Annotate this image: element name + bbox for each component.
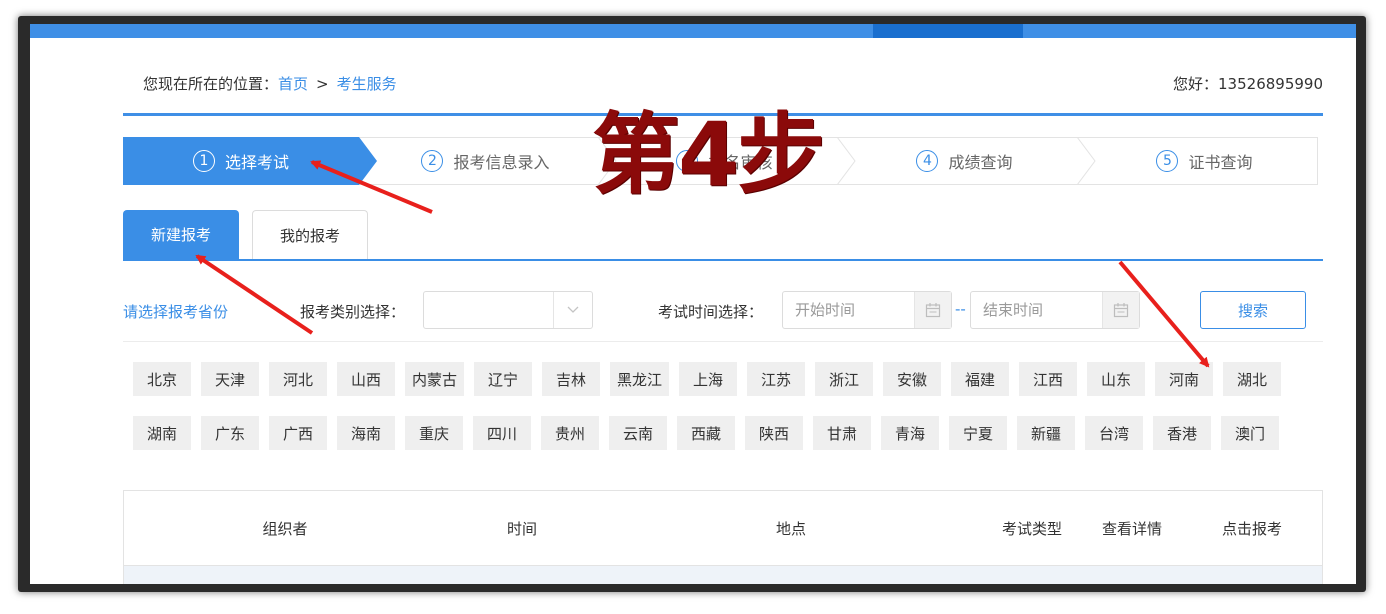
exam-type-select[interactable] [423, 291, 593, 329]
province-tag[interactable]: 四川 [473, 416, 531, 450]
province-list-row-1: 北京 天津 河北 山西 内蒙古 辽宁 吉林 黑龙江 上海 江苏 浙江 安徽 福建 江西 山东 河南 湖北 [133, 362, 1291, 396]
province-tag[interactable]: 澳门 [1221, 416, 1279, 450]
province-tag[interactable]: 湖北 [1223, 362, 1282, 396]
province-tag[interactable]: 云南 [609, 416, 667, 450]
province-tag[interactable]: 甘肃 [813, 416, 871, 450]
step-3[interactable]: 3 报名审核 [612, 137, 837, 185]
province-tag[interactable]: 湖南 [133, 416, 191, 450]
end-date-picker[interactable] [970, 291, 1140, 329]
province-tag[interactable]: 新疆 [1017, 416, 1075, 450]
step-1[interactable]: 1 选择考试 [123, 137, 359, 185]
step-1-number: 1 [192, 150, 215, 172]
calendar-icon[interactable] [1102, 292, 1139, 328]
column-header-register: 点击报考 [1221, 520, 1283, 538]
province-tag[interactable]: 广东 [201, 416, 259, 450]
province-tag[interactable]: 陕西 [745, 416, 803, 450]
column-header-time: 时间 [506, 520, 538, 538]
province-tag[interactable]: 福建 [951, 362, 1010, 396]
province-tag[interactable]: 台湾 [1085, 416, 1143, 450]
tab-underline [123, 259, 1323, 261]
top-nav-active-item[interactable] [873, 24, 1023, 38]
province-tag[interactable]: 黑龙江 [610, 362, 670, 396]
step-2[interactable]: 2 报考信息录入 [373, 137, 598, 185]
table-row [124, 565, 1322, 584]
column-header-location: 地点 [775, 520, 807, 538]
step-5-number: 5 [1156, 150, 1179, 172]
breadcrumb-separator: > [316, 75, 329, 93]
province-tag[interactable]: 青海 [881, 416, 939, 450]
breadcrumb-current-link[interactable]: 考生服务 [337, 75, 397, 93]
step-2-number: 2 [421, 150, 444, 172]
exam-time-label: 考试时间选择： [658, 303, 764, 321]
table-header: 组织者 时间 地点 考试类型 查看详情 点击报考 [124, 491, 1322, 565]
province-tag[interactable]: 海南 [337, 416, 395, 450]
province-tag[interactable]: 山东 [1087, 362, 1146, 396]
step-4-label: 成绩查询 [948, 153, 1013, 172]
header-divider [123, 113, 1323, 116]
end-date-input[interactable] [971, 292, 1101, 328]
province-tag[interactable]: 上海 [679, 362, 738, 396]
province-tag[interactable]: 香港 [1153, 416, 1211, 450]
province-tag[interactable]: 吉林 [542, 362, 601, 396]
filter-divider [123, 341, 1323, 342]
exam-type-label: 报考类别选择： [300, 303, 406, 321]
step-2-label: 报考信息录入 [453, 153, 550, 172]
step-1-label: 选择考试 [224, 153, 289, 172]
province-tag[interactable]: 北京 [133, 362, 191, 396]
start-date-picker[interactable] [782, 291, 952, 329]
breadcrumb: 您现在所在的位置：首页 > 考生服务 [143, 73, 397, 94]
step-5[interactable]: 5 证书查询 [1091, 137, 1318, 185]
step-4-number: 4 [916, 150, 939, 172]
province-tag[interactable]: 贵州 [541, 416, 599, 450]
breadcrumb-home-link[interactable]: 首页 [278, 75, 308, 93]
user-greeting: 您好：13526895990 [1173, 75, 1323, 93]
province-list-row-2: 湖南 广东 广西 海南 重庆 四川 贵州 云南 西藏 陕西 甘肃 青海 宁夏 新疆 台湾 香港 澳门 [133, 416, 1289, 450]
tab-new-registration[interactable]: 新建报考 [123, 210, 239, 259]
province-tag[interactable]: 江西 [1019, 362, 1078, 396]
province-tag[interactable]: 浙江 [815, 362, 874, 396]
step-3-label: 报名审核 [708, 153, 773, 172]
chevron-down-icon[interactable] [553, 292, 592, 328]
browser-viewport: 您现在所在的位置：首页 > 考生服务 您好：13526895990 1 选择考试 2报… [30, 24, 1356, 584]
province-tag[interactable]: 内蒙古 [405, 362, 465, 396]
date-range-separator: -- [955, 300, 966, 318]
step-4[interactable]: 4 成绩查询 [852, 137, 1077, 185]
province-tag[interactable]: 西藏 [677, 416, 735, 450]
exam-table: 组织者 时间 地点 考试类型 查看详情 点击报考 [123, 490, 1323, 584]
step-3-number: 3 [676, 150, 699, 172]
progress-steps: 1 选择考试 2 报考信息录入 3 报名审核 4 成绩查询 5 证书查询 [123, 137, 1318, 185]
province-tag[interactable]: 重庆 [405, 416, 463, 450]
start-date-input[interactable] [783, 292, 913, 328]
province-tag[interactable]: 河北 [269, 362, 327, 396]
province-tag[interactable]: 河南 [1155, 362, 1214, 396]
province-tag[interactable]: 辽宁 [474, 362, 533, 396]
search-button[interactable]: 搜索 [1200, 291, 1306, 329]
column-header-exam-type: 考试类型 [1001, 520, 1063, 538]
tab-my-registrations[interactable]: 我的报考 [252, 210, 368, 259]
province-tag[interactable]: 广西 [269, 416, 327, 450]
province-tag[interactable]: 宁夏 [949, 416, 1007, 450]
breadcrumb-prefix: 您现在所在的位置： [143, 75, 279, 93]
province-tag[interactable]: 江苏 [747, 362, 806, 396]
page-content: 您现在所在的位置：首页 > 考生服务 您好：13526895990 1 选择考试 2报… [123, 38, 1323, 584]
province-select-hint[interactable]: 请选择报考省份 [123, 301, 228, 322]
column-header-organizer: 组织者 [262, 520, 308, 538]
province-tag[interactable]: 天津 [201, 362, 259, 396]
top-nav-bar [30, 24, 1356, 38]
calendar-icon[interactable] [914, 292, 951, 328]
province-tag[interactable]: 安徽 [883, 362, 942, 396]
column-header-details: 查看详情 [1101, 520, 1163, 538]
province-tag[interactable]: 山西 [337, 362, 395, 396]
step-5-label: 证书查询 [1188, 153, 1253, 172]
